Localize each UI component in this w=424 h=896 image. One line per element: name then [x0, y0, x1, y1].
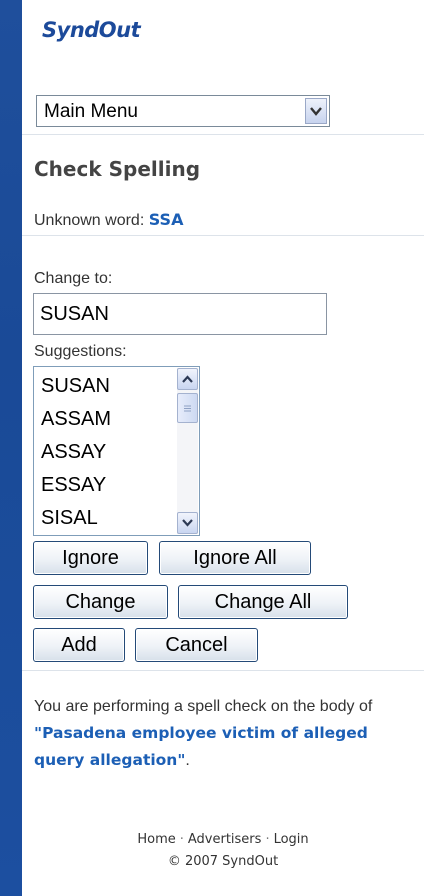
- separator: ·: [265, 832, 270, 847]
- cancel-button[interactable]: Cancel: [135, 628, 258, 662]
- separator: ·: [179, 832, 184, 847]
- divider: [22, 134, 424, 135]
- change-to-label: Change to:: [34, 270, 113, 287]
- suggestions-list[interactable]: SUSAN ASSAM ASSAY ESSAY SISAL: [33, 366, 200, 536]
- suggestion-item[interactable]: SISAL: [41, 502, 111, 535]
- footer-link-login[interactable]: Login: [274, 832, 309, 847]
- scroll-down-button[interactable]: [177, 512, 198, 534]
- add-button[interactable]: Add: [33, 628, 125, 662]
- change-all-button[interactable]: Change All: [178, 585, 348, 619]
- ignore-button[interactable]: Ignore: [33, 541, 148, 575]
- suggestions-scrollbar[interactable]: [177, 368, 198, 534]
- spellcheck-info: You are performing a spell check on the …: [34, 693, 422, 774]
- scroll-up-button[interactable]: [177, 368, 198, 390]
- logo[interactable]: SyndOut: [42, 18, 141, 42]
- page-panel: SyndOut Main Menu Check Spelling Unknown…: [22, 0, 424, 896]
- scroll-thumb[interactable]: [177, 393, 198, 423]
- ignore-all-button[interactable]: Ignore All: [159, 541, 311, 575]
- chevron-up-icon: [182, 375, 193, 383]
- footer-link-advertisers[interactable]: Advertisers: [188, 832, 262, 847]
- divider: [22, 670, 424, 671]
- grip-icon: [184, 405, 191, 411]
- suggestions-label: Suggestions:: [34, 343, 127, 360]
- divider: [22, 235, 424, 236]
- article-title-link[interactable]: "Pasadena employee victim of alleged que…: [34, 724, 368, 769]
- unknown-word-label: Unknown word:: [34, 212, 145, 229]
- page-title: Check Spelling: [34, 157, 201, 181]
- unknown-word-row: Unknown word: SSA: [34, 210, 183, 230]
- change-button[interactable]: Change: [33, 585, 168, 619]
- copyright: © 2007 SyndOut: [167, 854, 279, 869]
- suggestion-item[interactable]: ESSAY: [41, 469, 111, 502]
- footer: Home · Advertisers · Login © 2007 SyndOut: [22, 829, 424, 873]
- info-prefix: You are performing a spell check on the …: [34, 698, 373, 715]
- change-to-input[interactable]: [33, 293, 327, 335]
- footer-links: Home · Advertisers · Login: [22, 829, 424, 851]
- chevron-down-icon: [182, 519, 193, 527]
- suggestion-item[interactable]: ASSAY: [41, 436, 111, 469]
- suggestion-item[interactable]: SUSAN: [41, 370, 111, 403]
- main-menu-select[interactable]: Main Menu: [36, 95, 330, 127]
- suggestion-item[interactable]: ASSAM: [41, 403, 111, 436]
- unknown-word: SSA: [148, 210, 184, 229]
- info-suffix: .: [185, 752, 190, 769]
- main-menu-value: Main Menu: [44, 101, 138, 122]
- chevron-down-icon[interactable]: [305, 98, 327, 124]
- footer-link-home[interactable]: Home: [137, 832, 175, 847]
